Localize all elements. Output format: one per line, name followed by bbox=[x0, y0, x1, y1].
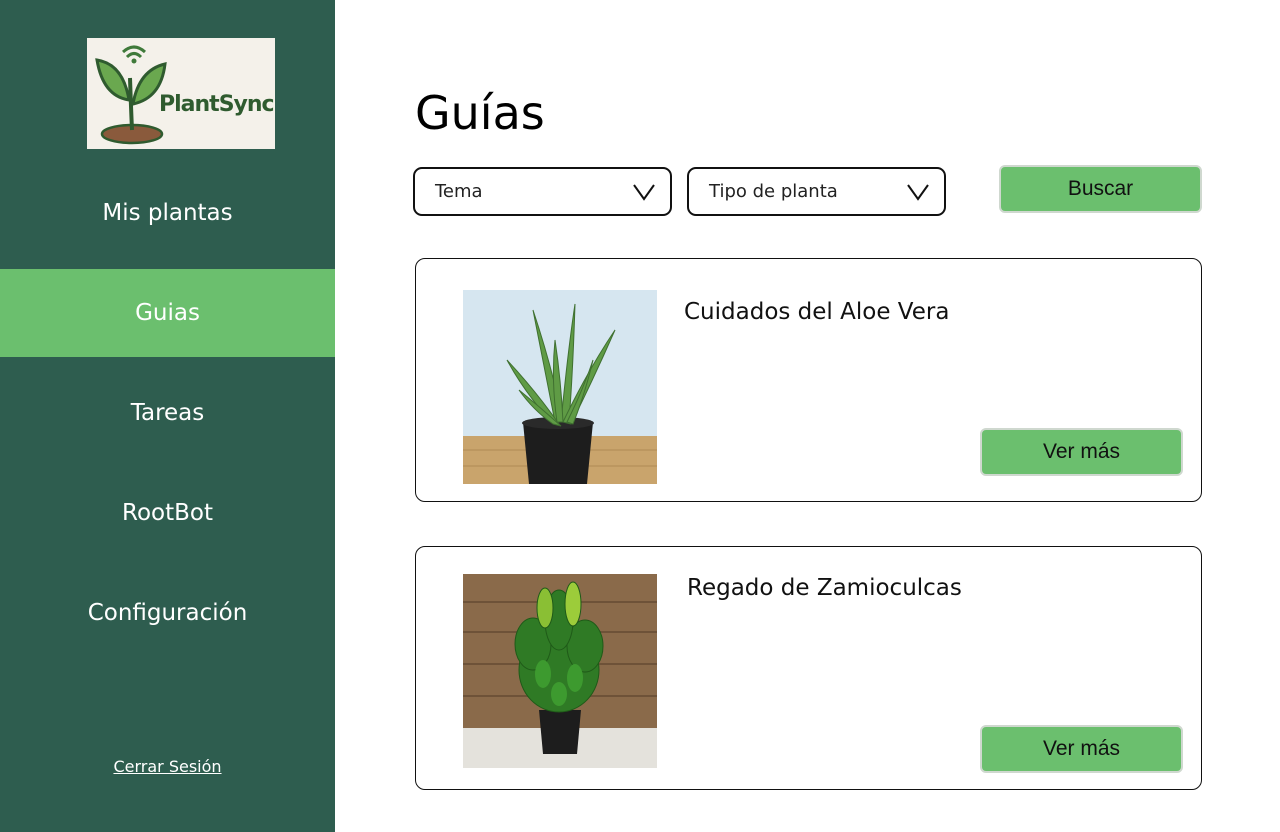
topic-select-value: Tema bbox=[435, 181, 483, 202]
sidebar-item-rootbot[interactable]: RootBot bbox=[0, 469, 335, 557]
sidebar-item-label: RootBot bbox=[122, 500, 213, 526]
topic-select[interactable]: Tema bbox=[413, 167, 672, 216]
sidebar-item-tareas[interactable]: Tareas bbox=[0, 369, 335, 457]
logout-link[interactable]: Cerrar Sesión bbox=[0, 757, 335, 776]
view-more-button[interactable]: Ver más bbox=[980, 428, 1183, 476]
sidebar-item-label: Tareas bbox=[130, 400, 205, 426]
plant-type-select[interactable]: Tipo de planta bbox=[687, 167, 946, 216]
guide-title: Regado de Zamioculcas bbox=[687, 575, 962, 601]
logo-wordmark: PlantSync bbox=[159, 92, 275, 117]
sidebar-item-label: Guias bbox=[135, 300, 200, 326]
aloe-vera-image bbox=[463, 290, 657, 484]
sidebar-item-mis-plantas[interactable]: Mis plantas bbox=[0, 169, 335, 257]
page-title: Guías bbox=[415, 86, 545, 140]
guide-card: Regado de Zamioculcas Ver más bbox=[415, 546, 1202, 790]
plantsync-logo[interactable]: PlantSync bbox=[87, 38, 275, 149]
zamioculcas-image bbox=[463, 574, 657, 768]
guide-title: Cuidados del Aloe Vera bbox=[684, 299, 950, 325]
plant-type-select-value: Tipo de planta bbox=[709, 181, 838, 202]
view-more-button[interactable]: Ver más bbox=[980, 725, 1183, 773]
sidebar-item-label: Configuración bbox=[87, 600, 248, 626]
search-button[interactable]: Buscar bbox=[999, 165, 1202, 213]
sidebar-item-configuracion[interactable]: Configuración bbox=[0, 569, 335, 657]
guide-card: Cuidados del Aloe Vera Ver más bbox=[415, 258, 1202, 502]
sidebar-item-guias[interactable]: Guias bbox=[0, 269, 335, 357]
chevron-down-icon bbox=[907, 184, 929, 201]
sidebar: PlantSync Mis plantas Guias Tareas RootB… bbox=[0, 0, 335, 832]
chevron-down-icon bbox=[633, 184, 655, 201]
sidebar-item-label: Mis plantas bbox=[102, 200, 233, 226]
